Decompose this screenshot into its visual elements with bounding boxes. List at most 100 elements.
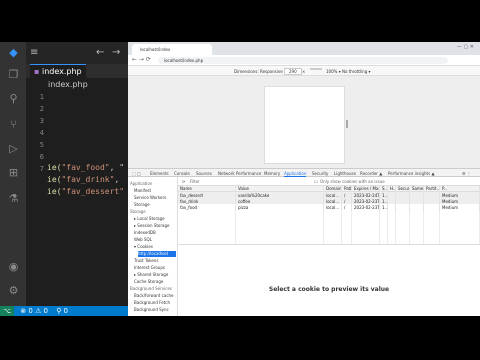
tab-security[interactable]: Security xyxy=(312,171,328,176)
column-header[interactable]: Partit... xyxy=(424,186,440,192)
settings-gear-icon[interactable]: ⚙ ⋮ xyxy=(462,171,471,176)
code-line: ie("fav_dessert" xyxy=(47,187,125,196)
column-header[interactable]: S... xyxy=(380,186,388,192)
sidebar-item[interactable]: Background Fetch xyxy=(134,300,176,306)
sidebar-item[interactable]: http://localhost xyxy=(138,251,176,257)
column-divider xyxy=(387,211,388,244)
column-header[interactable]: Value xyxy=(236,186,324,192)
sidebar-item[interactable]: Trust Tokens xyxy=(134,258,176,264)
column-header[interactable]: Name xyxy=(178,186,236,192)
sidebar-item[interactable]: Background Sync xyxy=(134,307,176,313)
editor-tabbar: ▪ index.php xyxy=(26,64,128,78)
zoom-select[interactable]: 100% ▾ xyxy=(326,69,341,74)
column-divider xyxy=(379,211,380,244)
table-cell: 2023-02-23T... xyxy=(354,205,380,211)
column-header[interactable]: H... xyxy=(388,186,396,192)
app-frame: ◆ ❐ ⚲ ⑂ ▷ ⊞ ⚗ ◉ ⚙ ≡ ← → ▪ index.php inde… xyxy=(0,42,480,316)
tab-recorder[interactable]: Recorder ▲ xyxy=(360,171,382,176)
sidebar-item[interactable]: Manifest xyxy=(134,188,176,194)
sidebar-item[interactable]: ▸ Shared Storage xyxy=(134,272,176,278)
column-header[interactable]: Expires / Max... xyxy=(352,186,380,192)
line-number: 7 xyxy=(39,165,44,173)
sidebar-item[interactable]: Service Workers xyxy=(134,195,176,201)
testing-icon[interactable]: ⚗ xyxy=(7,192,20,205)
sidebar-section-heading: Application xyxy=(130,181,153,186)
source-control-icon[interactable]: ⑂ xyxy=(7,118,20,131)
column-divider xyxy=(439,211,440,244)
sidebar-item[interactable]: Storage xyxy=(134,202,176,208)
files-icon[interactable]: ❐ xyxy=(7,68,20,81)
code-editor[interactable]: 1 2 3 4 5 6 7 ie("fav_food", " ie("fav_d… xyxy=(26,91,128,306)
column-divider xyxy=(395,211,396,244)
activity-bar: ◆ ❐ ⚲ ⑂ ▷ ⊞ ⚗ ◉ ⚙ xyxy=(0,42,26,306)
accounts-icon[interactable]: ◉ xyxy=(7,260,20,273)
table-cell: local... xyxy=(324,205,342,211)
height-input[interactable] xyxy=(310,68,322,70)
tab-memory[interactable]: Memory xyxy=(264,171,280,176)
sidebar-item[interactable]: IndexedDB xyxy=(134,230,176,236)
emulated-device-screen[interactable] xyxy=(264,86,345,164)
column-divider xyxy=(323,211,324,244)
problems-count[interactable]: ⊗ 0 ⚠ 0 xyxy=(20,307,48,315)
nav-arrows-icon[interactable]: ← → ⟳ xyxy=(132,56,151,63)
table-row[interactable]: fav_foodpizzalocal.../2023-02-23T...1...… xyxy=(178,205,480,211)
column-header[interactable]: Path xyxy=(342,186,352,192)
window-controls[interactable]: — ▢ ✕ xyxy=(457,44,474,50)
table-cell: pizza xyxy=(236,205,324,211)
table-cell: fav_food xyxy=(178,205,236,211)
column-header[interactable]: Domain xyxy=(324,186,342,192)
sidebar-item[interactable]: ▾ Cookies xyxy=(134,244,176,250)
tab-performance-insights[interactable]: Performance insights ▲ xyxy=(388,171,435,176)
table-header: NameValueDomainPathExpires / Max...S...H… xyxy=(178,186,480,192)
filter-input[interactable]: Filter xyxy=(190,179,200,184)
remote-icon[interactable]: ⌥ xyxy=(0,306,14,316)
status-bar: ⌥ ⊗ 0 ⚠ 0 ⚲ 0 xyxy=(0,306,128,316)
tab-console[interactable]: Console xyxy=(174,171,190,176)
column-header[interactable]: Secure xyxy=(396,186,410,192)
breadcrumb[interactable]: index.php xyxy=(26,78,128,91)
forward-arrow-icon[interactable]: → xyxy=(112,47,120,58)
table-cell: Medium xyxy=(440,205,480,211)
sidebar-item[interactable]: Web SQL xyxy=(134,237,176,243)
width-input[interactable]: 290 xyxy=(284,68,302,75)
sidebar-item[interactable]: ▸ Local Storage xyxy=(134,216,176,222)
search-icon[interactable]: ⚲ xyxy=(7,92,20,105)
dimension-separator: × xyxy=(302,69,306,74)
device-select[interactable]: Dimensions: Responsive ▾ xyxy=(234,69,286,74)
tab-lighthouse[interactable]: Lighthouse xyxy=(334,171,356,176)
browser-tab-strip: localhost/index — ▢ ✕ xyxy=(128,42,480,55)
line-number: 2 xyxy=(39,105,44,113)
ports-count[interactable]: ⚲ 0 xyxy=(56,307,68,315)
sidebar-item[interactable]: ▸ Session Storage xyxy=(134,223,176,229)
menu-icon[interactable]: ≡ xyxy=(30,47,38,58)
sidebar-item[interactable]: Back/forward cache xyxy=(134,293,176,299)
column-divider xyxy=(235,211,236,244)
browser-tab[interactable]: localhost/index xyxy=(132,44,212,55)
sidebar-item[interactable]: Cache Storage xyxy=(134,279,176,285)
device-toolbar: Dimensions: Responsive ▾ 290 × 100% ▾ No… xyxy=(128,66,480,76)
application-sidebar: Application Manifest Service Workers Storag… xyxy=(128,177,178,316)
tab-sources[interactable]: Sources xyxy=(196,171,212,176)
cookie-preview-pane: Select a cookie to preview its value xyxy=(178,244,480,316)
manage-gear-icon[interactable]: ⚙ xyxy=(7,284,20,297)
column-header[interactable]: Same... xyxy=(410,186,424,192)
tab-network[interactable]: Network xyxy=(218,171,235,176)
inspect-icon[interactable]: ⬚ ▢ xyxy=(132,171,141,176)
tab-index-php[interactable]: ▪ index.php xyxy=(30,64,86,78)
table-cell xyxy=(410,205,424,211)
tab-elements[interactable]: Elements xyxy=(150,171,169,176)
address-bar[interactable]: localhost/index.php xyxy=(158,57,448,64)
line-number: 3 xyxy=(39,117,44,125)
extensions-icon[interactable]: ⊞ xyxy=(7,166,20,179)
sidebar-item[interactable]: Interest Groups xyxy=(134,265,176,271)
refresh-icon[interactable]: ⟳ xyxy=(182,179,185,184)
only-issues-checkbox[interactable]: ☐ xyxy=(314,179,318,184)
throttle-select[interactable]: No throttling ▾ xyxy=(342,69,371,74)
table-cell xyxy=(396,205,410,211)
resize-handle[interactable] xyxy=(346,120,348,128)
tab-performance[interactable]: Performance xyxy=(236,171,261,176)
back-arrow-icon[interactable]: ← xyxy=(96,47,104,58)
run-debug-icon[interactable]: ▷ xyxy=(7,142,20,155)
column-header[interactable]: P... xyxy=(440,186,480,192)
column-divider xyxy=(423,211,424,244)
